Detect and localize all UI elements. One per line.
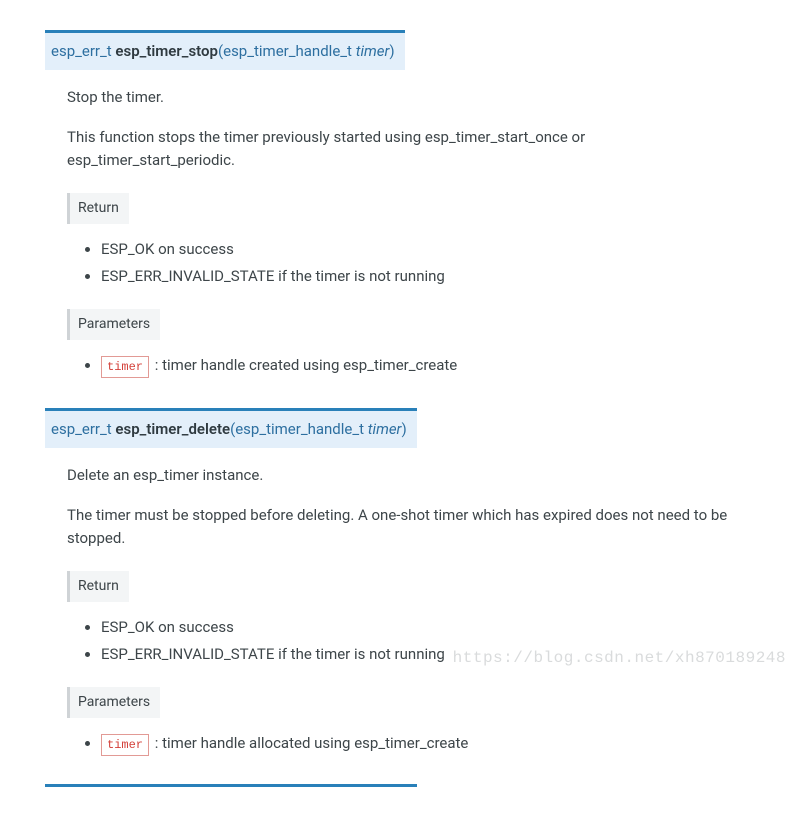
- function-name: esp_timer_stop: [115, 42, 218, 60]
- param-list: timer : timer handle allocated using esp…: [101, 732, 735, 756]
- return-list: ESP_OK on success ESP_ERR_INVALID_STATE …: [101, 238, 735, 287]
- function-signature: esp_err_t esp_timer_stop(esp_timer_handl…: [45, 30, 405, 70]
- param-type-link[interactable]: esp_timer_handle_t: [235, 420, 364, 438]
- parameters-label: Parameters: [67, 309, 160, 340]
- parameters-label: Parameters: [67, 687, 160, 718]
- param-name: timer: [356, 42, 390, 60]
- description-text: The timer must be stopped before deletin…: [67, 504, 735, 549]
- param-item: timer : timer handle created using esp_t…: [101, 354, 735, 378]
- param-code: timer: [101, 356, 149, 378]
- next-section-top-border: [45, 784, 417, 787]
- summary-text: Delete an esp_timer instance.: [67, 464, 735, 487]
- param-code: timer: [101, 734, 149, 756]
- close-paren: ): [389, 42, 394, 60]
- function-name: esp_timer_delete: [115, 420, 230, 438]
- function-block: esp_err_t esp_timer_stop(esp_timer_handl…: [45, 30, 745, 378]
- param-item: timer : timer handle allocated using esp…: [101, 732, 735, 756]
- function-body: Delete an esp_timer instance. The timer …: [45, 448, 735, 757]
- return-item: ESP_OK on success: [101, 616, 735, 639]
- param-desc: : timer handle created using esp_timer_c…: [155, 356, 458, 374]
- watermark-text: https://blog.csdn.net/xh870189248: [453, 646, 786, 670]
- return-type-link[interactable]: esp_err_t: [51, 42, 112, 60]
- function-body: Stop the timer. This function stops the …: [45, 70, 735, 379]
- summary-text: Stop the timer.: [67, 86, 735, 109]
- return-label: Return: [67, 193, 129, 224]
- return-type-link[interactable]: esp_err_t: [51, 420, 112, 438]
- param-type-link[interactable]: esp_timer_handle_t: [223, 42, 352, 60]
- function-block: esp_err_t esp_timer_delete(esp_timer_han…: [45, 408, 745, 756]
- description-text: This function stops the timer previously…: [67, 126, 735, 171]
- return-item: ESP_ERR_INVALID_STATE if the timer is no…: [101, 265, 735, 288]
- close-paren: ): [401, 420, 406, 438]
- param-list: timer : timer handle created using esp_t…: [101, 354, 735, 378]
- param-desc: : timer handle allocated using esp_timer…: [155, 734, 469, 752]
- return-item: ESP_OK on success: [101, 238, 735, 261]
- param-name: timer: [368, 420, 402, 438]
- function-signature: esp_err_t esp_timer_delete(esp_timer_han…: [45, 408, 417, 448]
- return-label: Return: [67, 571, 129, 602]
